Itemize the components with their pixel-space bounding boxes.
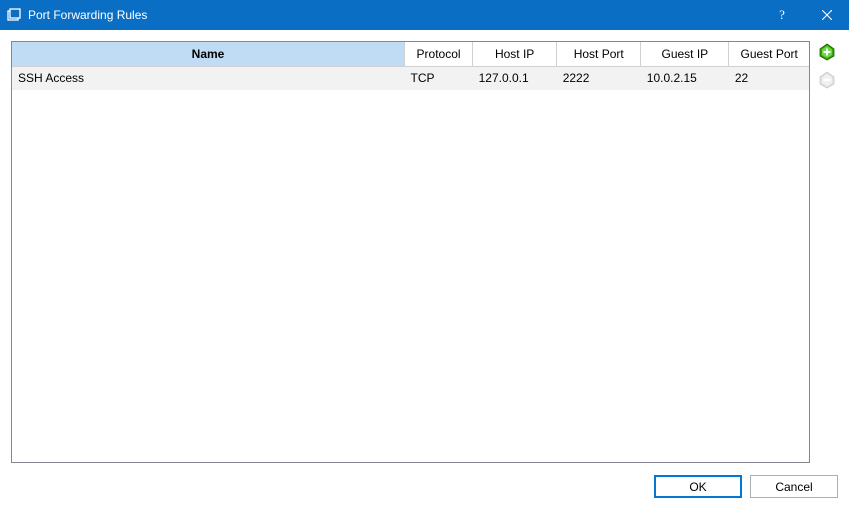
dialog-footer: OK Cancel <box>0 469 849 509</box>
cell-host-ip[interactable]: 127.0.0.1 <box>473 66 557 90</box>
cell-protocol[interactable]: TCP <box>405 66 473 90</box>
cell-name[interactable]: SSH Access <box>12 66 405 90</box>
cell-guest-ip[interactable]: 10.0.2.15 <box>641 66 729 90</box>
remove-rule-icon <box>818 71 836 92</box>
content-area: Name Protocol Host IP Host Port Guest IP… <box>0 30 849 469</box>
close-button[interactable] <box>804 0 849 30</box>
app-icon <box>6 7 22 23</box>
ok-button[interactable]: OK <box>654 475 742 498</box>
titlebar: Port Forwarding Rules ? <box>0 0 849 30</box>
window-title: Port Forwarding Rules <box>28 8 759 22</box>
remove-rule-button <box>816 70 838 92</box>
table-header-row: Name Protocol Host IP Host Port Guest IP… <box>12 42 809 66</box>
rules-table-container: Name Protocol Host IP Host Port Guest IP… <box>11 41 810 463</box>
add-rule-icon <box>818 43 836 64</box>
side-toolbar <box>816 41 838 463</box>
column-header-name[interactable]: Name <box>12 42 405 66</box>
column-header-host-port[interactable]: Host Port <box>557 42 641 66</box>
column-header-protocol[interactable]: Protocol <box>405 42 473 66</box>
add-rule-button[interactable] <box>816 42 838 64</box>
column-header-guest-ip[interactable]: Guest IP <box>641 42 729 66</box>
rules-table: Name Protocol Host IP Host Port Guest IP… <box>12 42 809 90</box>
titlebar-buttons: ? <box>759 0 849 30</box>
table-row[interactable]: SSH Access TCP 127.0.0.1 2222 10.0.2.15 … <box>12 66 809 90</box>
column-header-guest-port[interactable]: Guest Port <box>729 42 809 66</box>
cell-host-port[interactable]: 2222 <box>557 66 641 90</box>
cancel-button[interactable]: Cancel <box>750 475 838 498</box>
cell-guest-port[interactable]: 22 <box>729 66 809 90</box>
svg-text:?: ? <box>779 8 785 22</box>
column-header-host-ip[interactable]: Host IP <box>473 42 557 66</box>
help-button[interactable]: ? <box>759 0 804 30</box>
